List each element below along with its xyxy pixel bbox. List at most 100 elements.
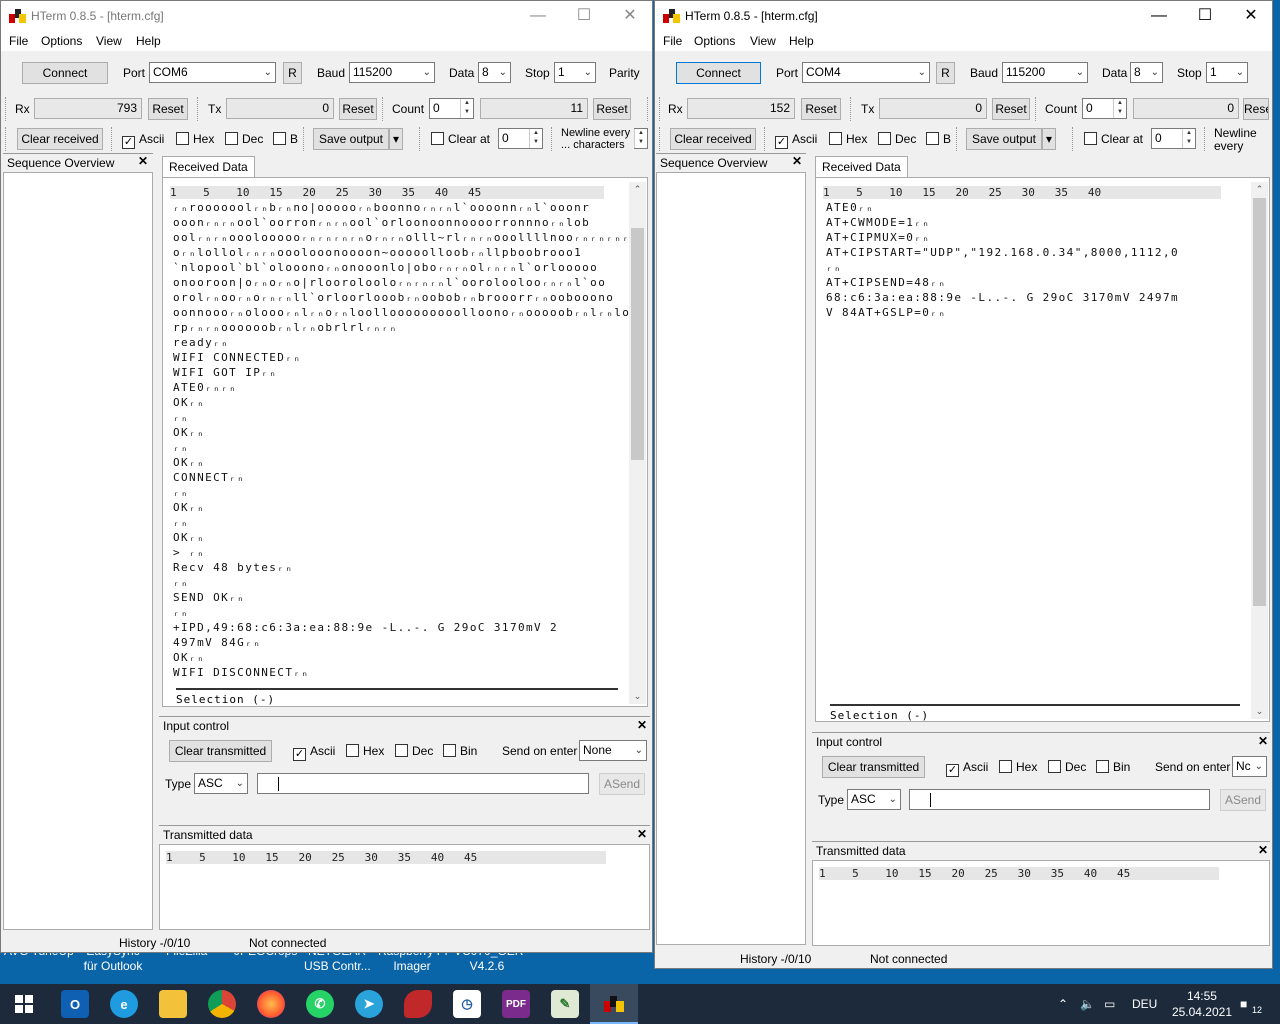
- stop-bits-select[interactable]: 1 ⌄: [1206, 62, 1248, 83]
- menu-help[interactable]: Help: [136, 34, 161, 48]
- send-on-enter-select[interactable]: Nc ⌄: [1232, 756, 1267, 777]
- input-dec-checkbox[interactable]: Dec: [395, 744, 433, 758]
- save-output-button[interactable]: Save output: [313, 128, 389, 150]
- taskbar-clock[interactable]: 14:55 25.04.2021: [1172, 988, 1232, 1020]
- count-spinner[interactable]: 0 ▲ ▼: [429, 98, 474, 119]
- asend-button[interactable]: ASend: [599, 773, 645, 795]
- type-select[interactable]: ASC ⌄: [847, 789, 901, 810]
- close-icon[interactable]: ✕: [1258, 734, 1268, 748]
- telegram-icon[interactable]: ➤: [355, 990, 383, 1018]
- type-select[interactable]: ASC ⌄: [194, 773, 248, 794]
- data-bits-select[interactable]: 8 ⌄: [1130, 62, 1163, 83]
- received-data-panel[interactable]: 1 5 10 15 20 25 30 35 40 ATE0ᵣₙ AT+CWMODE…: [815, 177, 1270, 722]
- connect-button[interactable]: Connect: [676, 62, 761, 84]
- tray-overflow-icon[interactable]: ⌃: [1058, 984, 1068, 1024]
- received-data-panel[interactable]: 1 5 10 15 20 25 30 35 40 45 ᵣₙroooooolᵣₙ…: [162, 177, 648, 707]
- menu-help[interactable]: Help: [789, 34, 814, 48]
- pdf-icon[interactable]: PDF: [502, 990, 530, 1018]
- language-indicator[interactable]: DEU: [1132, 984, 1157, 1024]
- refresh-ports-button[interactable]: R: [936, 62, 955, 84]
- maximize-icon[interactable]: ☐: [1182, 1, 1228, 31]
- app-red-icon[interactable]: [404, 990, 432, 1018]
- tx-reset-button[interactable]: Reset: [992, 98, 1030, 120]
- volume-icon[interactable]: 🔈: [1080, 984, 1095, 1024]
- vertical-scrollbar[interactable]: ⌃ ⌄: [629, 182, 646, 704]
- calendar-icon[interactable]: ◷: [453, 990, 481, 1018]
- menu-file[interactable]: File: [663, 34, 682, 48]
- file-explorer-icon[interactable]: [159, 990, 187, 1018]
- minimize-icon[interactable]: —: [1136, 1, 1182, 31]
- baud-select[interactable]: 115200 ⌄: [349, 62, 435, 83]
- input-bin-checkbox[interactable]: Bin: [443, 744, 477, 758]
- title-bar[interactable]: HTerm 0.8.5 - [hterm.cfg] — ☐ ✕: [1, 1, 652, 31]
- send-input[interactable]: [257, 773, 589, 794]
- ascii-checkbox[interactable]: ✓ Ascii: [775, 132, 817, 149]
- edge-icon[interactable]: e: [110, 990, 138, 1018]
- spin-arrows-icon[interactable]: ▲ ▼: [460, 99, 473, 118]
- firefox-icon[interactable]: [257, 990, 285, 1018]
- clear-transmitted-button[interactable]: Clear transmitted: [822, 756, 925, 778]
- input-hex-checkbox[interactable]: Hex: [346, 744, 384, 758]
- menu-options[interactable]: Options: [694, 34, 735, 48]
- ascii-checkbox[interactable]: ✓ Ascii: [122, 132, 164, 149]
- bin-checkbox[interactable]: B: [926, 132, 951, 146]
- count-spinner[interactable]: 0 ▲ ▼: [1082, 98, 1127, 119]
- clear-at-spinner[interactable]: 0 ▲ ▼: [1151, 128, 1196, 149]
- scroll-up-icon[interactable]: ⌃: [629, 184, 646, 195]
- input-hex-checkbox[interactable]: Hex: [999, 760, 1037, 774]
- clear-at-spinner[interactable]: 0 ▲ ▼: [498, 128, 543, 149]
- menu-file[interactable]: File: [9, 34, 28, 48]
- notepad-icon[interactable]: ✎: [551, 990, 579, 1018]
- port-select[interactable]: COM6 ⌄: [149, 62, 276, 83]
- port-select[interactable]: COM4 ⌄: [802, 62, 930, 83]
- data-bits-select[interactable]: 8 ⌄: [478, 62, 511, 83]
- input-ascii-checkbox[interactable]: ✓ Ascii: [293, 744, 335, 761]
- close-icon[interactable]: ✕: [637, 827, 647, 841]
- close-icon[interactable]: ✕: [607, 1, 652, 31]
- close-icon[interactable]: ✕: [1228, 1, 1272, 31]
- scrollbar-thumb[interactable]: [631, 228, 644, 460]
- scroll-down-icon[interactable]: ⌄: [1251, 706, 1268, 717]
- clear-received-button[interactable]: Clear received: [17, 128, 103, 150]
- newline-spinner[interactable]: ▲ ▼: [634, 128, 648, 149]
- save-output-dropdown[interactable]: ▾: [1042, 128, 1056, 150]
- spin-arrows-icon[interactable]: ▲ ▼: [1113, 99, 1126, 118]
- rx-reset-button[interactable]: Reset: [801, 98, 841, 120]
- bin-checkbox[interactable]: B: [273, 132, 298, 146]
- notification-center-icon[interactable]: ■: [1240, 984, 1247, 1024]
- count-reset-button[interactable]: Reset: [593, 98, 631, 120]
- windows-start-icon[interactable]: [10, 990, 38, 1018]
- minimize-icon[interactable]: —: [515, 1, 561, 31]
- hterm-icon[interactable]: [600, 990, 628, 1018]
- transmitted-data-panel[interactable]: 1 5 10 15 20 25 30 35 40 45: [812, 860, 1270, 946]
- send-on-enter-select[interactable]: None ⌄: [579, 740, 647, 761]
- send-input[interactable]: [909, 789, 1210, 810]
- clear-at-checkbox[interactable]: Clear at: [431, 132, 490, 146]
- stop-bits-select[interactable]: 1 ⌄: [554, 62, 596, 83]
- title-bar[interactable]: HTerm 0.8.5 - [hterm.cfg] — ☐ ✕: [655, 1, 1272, 31]
- rx-reset-button[interactable]: Reset: [148, 98, 188, 120]
- close-icon[interactable]: ✕: [637, 718, 647, 732]
- close-icon[interactable]: ✕: [138, 154, 148, 168]
- spin-arrows-icon[interactable]: ▲ ▼: [1182, 129, 1195, 148]
- hex-checkbox[interactable]: Hex: [176, 132, 214, 146]
- save-output-button[interactable]: Save output: [966, 128, 1042, 150]
- network-icon[interactable]: ▭: [1104, 984, 1115, 1024]
- refresh-ports-button[interactable]: R: [283, 62, 302, 84]
- save-output-dropdown[interactable]: ▾: [389, 128, 403, 150]
- connect-button[interactable]: Connect: [22, 62, 108, 84]
- dec-checkbox[interactable]: Dec: [878, 132, 916, 146]
- menu-view[interactable]: View: [750, 34, 776, 48]
- outlook-icon[interactable]: O: [61, 990, 89, 1018]
- tab-received-data[interactable]: Received Data: [162, 156, 255, 178]
- count-reset-button[interactable]: Rese: [1243, 98, 1269, 120]
- clear-at-checkbox[interactable]: Clear at: [1084, 132, 1143, 146]
- tab-received-data[interactable]: Received Data: [815, 156, 908, 178]
- asend-button[interactable]: ASend: [1220, 789, 1266, 811]
- menu-options[interactable]: Options: [41, 34, 82, 48]
- dec-checkbox[interactable]: Dec: [225, 132, 263, 146]
- whatsapp-icon[interactable]: ✆: [306, 990, 334, 1018]
- tx-reset-button[interactable]: Reset: [339, 98, 377, 120]
- clear-transmitted-button[interactable]: Clear transmitted: [169, 740, 272, 762]
- vertical-scrollbar[interactable]: ⌃ ⌄: [1251, 182, 1268, 719]
